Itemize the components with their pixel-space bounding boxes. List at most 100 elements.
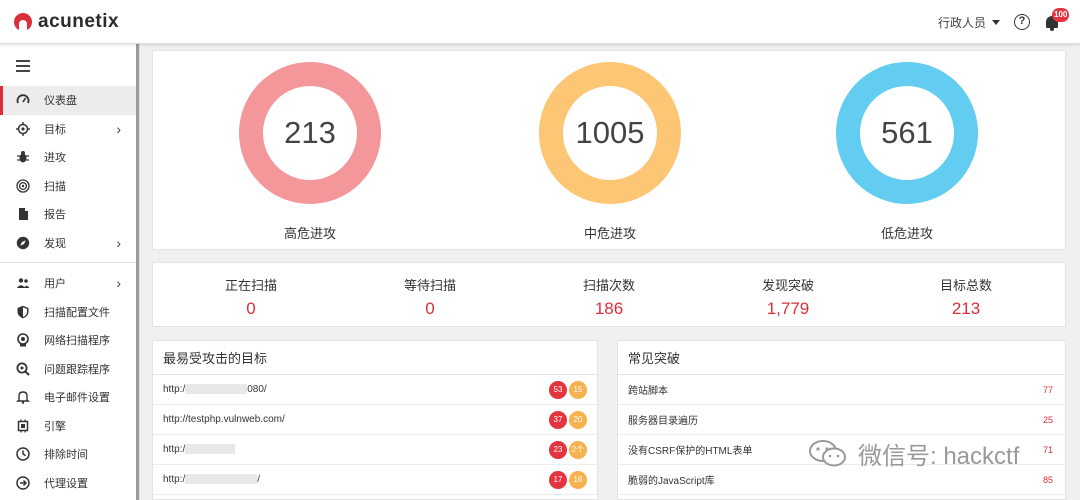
panel-title: 最易受攻击的目标	[153, 341, 597, 375]
gauge-icon	[16, 93, 30, 107]
sidebar-item-label: 代理设置	[44, 477, 88, 490]
low-severity-donut[interactable]: 561 低危进攻	[835, 61, 979, 241]
table-row[interactable]: http:/ 080/ 53 15	[153, 375, 597, 405]
medium-count-badge: 15	[569, 380, 587, 399]
sidebar-item-scans[interactable]: 扫描	[0, 172, 137, 201]
user-name: 行政人员	[937, 15, 986, 30]
watermark: 微信号: hackctf	[808, 436, 1019, 471]
logo[interactable]: acunetix	[14, 11, 119, 33]
sidebar-item-discovery[interactable]: 发现 ›	[0, 229, 137, 258]
stat-running-scans[interactable]: 正在扫描 0	[171, 275, 331, 319]
table-row[interactable]: http://testphp.vulnweb.com/ 37 20	[153, 405, 597, 435]
sidebar-item-scan-profiles[interactable]: 扫描配置文件	[0, 298, 137, 327]
stat-label: 正在扫描	[224, 278, 277, 293]
table-row[interactable]: http:/ 23 2个	[153, 435, 597, 465]
bell-icon	[16, 390, 30, 405]
stat-scan-count[interactable]: 扫描次数 186	[529, 275, 689, 319]
sidebar-item-dashboard[interactable]: 仪表盘	[0, 86, 137, 115]
sidebar-item-label: 报告	[44, 209, 66, 222]
top-bar: acunetix 行政人员 ? 100	[0, 0, 1080, 44]
caret-down-icon	[992, 19, 1000, 25]
table-row[interactable]: 服务器目录遍历 25	[618, 405, 1065, 435]
stat-value: 0	[425, 299, 435, 318]
sidebar: 仪表盘 目标 › 进攻 扫描 报告 发现 › 用户 › 扫描配置文件 网络扫描程…	[0, 44, 140, 500]
url-suffix: /	[257, 474, 261, 485]
medium-count-badge: 20	[569, 410, 587, 429]
vulnerability-count: 85	[1042, 474, 1053, 485]
high-count-badge: 23	[549, 440, 567, 459]
severity-panel: 213 高危进攻 1005 中危进攻 561 低危进攻	[152, 50, 1066, 250]
sidebar-nav: 仪表盘 目标 › 进攻 扫描 报告 发现 › 用户 › 扫描配置文件 网络扫描程…	[0, 86, 137, 497]
sidebar-item-label: 问题跟踪程序	[44, 363, 110, 376]
sidebar-item-users[interactable]: 用户 ›	[0, 269, 137, 298]
sidebar-item-label: 网络扫描程序	[44, 335, 110, 348]
target-url[interactable]: http:/ /	[163, 474, 549, 485]
chevron-right-icon: ›	[116, 120, 121, 137]
stat-value: 213	[951, 299, 981, 318]
network-scanner-icon	[16, 333, 30, 347]
table-row[interactable]: http:/ / 17 16	[153, 465, 597, 495]
user-menu[interactable]: 行政人员	[938, 14, 1000, 31]
panel-title: 常见突破	[618, 341, 1065, 375]
redacted-block	[185, 444, 236, 455]
high-severity-donut[interactable]: 213 高危进攻	[238, 61, 382, 241]
stat-label: 发现突破	[761, 278, 814, 293]
stat-total-targets[interactable]: 目标总数 213	[886, 275, 1046, 319]
sidebar-item-attacks[interactable]: 进攻	[0, 143, 137, 172]
sidebar-item-proxy-settings[interactable]: 代理设置	[0, 469, 137, 498]
target-url[interactable]: http://testphp.vulnweb.com/	[163, 414, 549, 425]
watermark-text: 微信号: hackctf	[858, 443, 1020, 470]
high-count-badge: 17	[549, 470, 567, 489]
donut-value: 213	[284, 115, 336, 150]
menu-toggle-icon[interactable]	[16, 60, 30, 75]
vulnerability-name[interactable]: 服务器目录遍历	[628, 412, 1065, 427]
help-icon[interactable]: ?	[1014, 14, 1030, 30]
sidebar-item-issue-trackers[interactable]: 问题跟踪程序	[0, 355, 137, 384]
sidebar-divider	[0, 262, 137, 263]
compass-icon	[16, 236, 30, 250]
notifications-button[interactable]: 100	[1044, 8, 1070, 32]
redacted-block	[185, 474, 258, 485]
common-vulnerabilities-panel: 常见突破 跨站脚本 77 服务器目录遍历 25 没有CSRF保护的HTML表单 …	[617, 340, 1066, 500]
vulnerability-count: 77	[1042, 384, 1053, 395]
document-icon	[16, 207, 30, 221]
sidebar-item-label: 进攻	[44, 152, 66, 165]
sidebar-item-targets[interactable]: 目标 ›	[0, 115, 137, 144]
url-prefix: http://testphp.vulnweb.com/	[163, 414, 285, 425]
target-url[interactable]: http:/ 080/	[163, 384, 549, 395]
wechat-icon	[809, 439, 846, 466]
sidebar-scrollbar[interactable]	[136, 44, 139, 500]
donut-value: 561	[881, 115, 933, 150]
sidebar-item-label: 引擎	[44, 420, 66, 433]
high-count-badge: 37	[549, 410, 567, 429]
chevron-right-icon: ›	[116, 275, 121, 292]
stat-waiting-scans[interactable]: 等待扫描 0	[350, 275, 510, 319]
table-row[interactable]: 跨站脚本 77	[618, 375, 1065, 405]
sidebar-item-label: 排除时间	[44, 449, 88, 462]
stat-value: 186	[594, 299, 624, 318]
redacted-block	[185, 384, 248, 395]
sidebar-item-email-settings[interactable]: 电子邮件设置	[0, 383, 137, 412]
stat-vulnerabilities-found[interactable]: 发现突破 1,779	[708, 275, 868, 319]
bug-icon	[16, 150, 30, 164]
sidebar-item-engines[interactable]: 引擎	[0, 412, 137, 441]
most-vulnerable-targets-panel: 最易受攻击的目标 http:/ 080/ 53 15 http://testphp…	[152, 340, 598, 500]
vulnerability-count: 71	[1042, 444, 1053, 455]
url-prefix: http:/	[163, 444, 186, 455]
notification-count-badge: 100	[1052, 8, 1070, 22]
radar-icon	[16, 179, 30, 193]
sidebar-item-excluded-hours[interactable]: 排除时间	[0, 440, 137, 469]
stat-label: 扫描次数	[582, 278, 635, 293]
vulnerability-name[interactable]: 跨站脚本	[628, 382, 1065, 397]
sidebar-item-label: 用户	[44, 278, 66, 291]
sidebar-item-network-scanner[interactable]: 网络扫描程序	[0, 326, 137, 355]
clock-icon	[16, 447, 30, 461]
sidebar-item-reports[interactable]: 报告	[0, 200, 137, 229]
vulnerability-count: 25	[1042, 414, 1053, 425]
vulnerability-name[interactable]: 脆弱的JavaScript库	[628, 472, 1065, 487]
medium-severity-donut[interactable]: 1005 中危进攻	[538, 61, 682, 241]
medium-count-badge: 2个	[569, 440, 587, 459]
url-prefix: http:/	[163, 474, 186, 485]
proxy-icon	[16, 476, 30, 490]
target-url[interactable]: http:/	[163, 444, 549, 455]
